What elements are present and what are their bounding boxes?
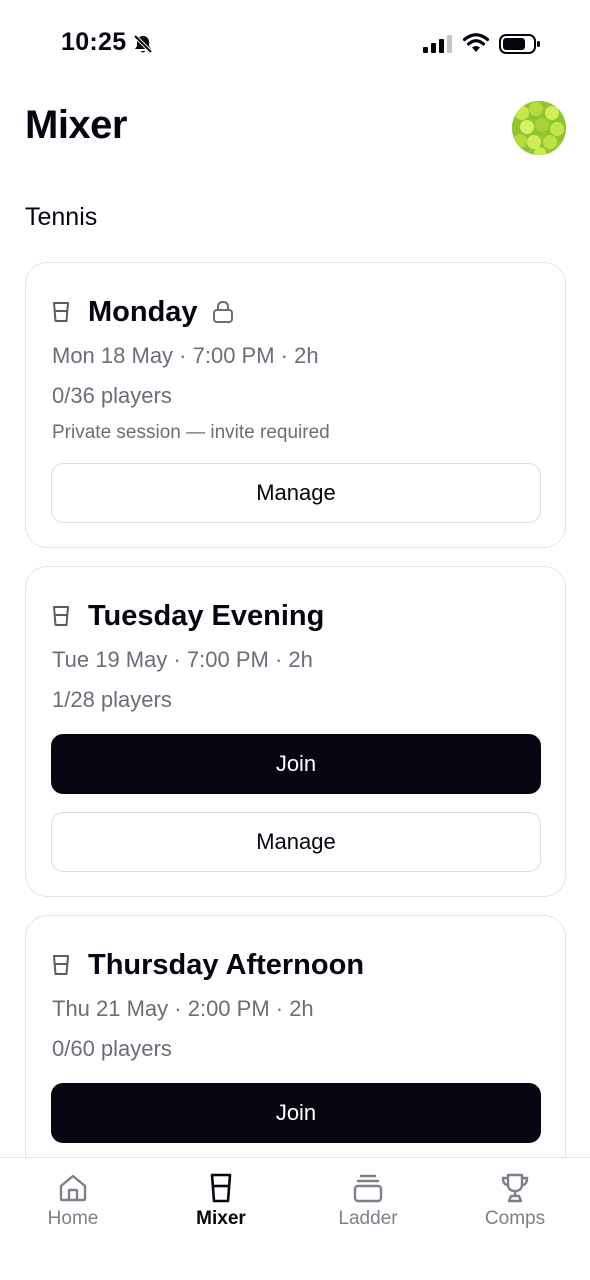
manage-button[interactable]: Manage xyxy=(51,463,541,523)
glass-icon xyxy=(53,606,69,626)
wifi-icon xyxy=(462,32,490,59)
status-time: 10:25 xyxy=(61,28,127,56)
glass-icon xyxy=(210,1173,232,1203)
session-datetime: Mon 18 May · 7:00 PM · 2h xyxy=(52,343,319,368)
glass-icon xyxy=(53,955,69,975)
section-title: Tennis xyxy=(25,203,98,231)
tab-label: Mixer xyxy=(196,1208,246,1229)
bottom-tab-bar: Home Mixer Ladder Comps xyxy=(0,1157,590,1280)
session-datetime: Tue 19 May · 7:00 PM · 2h xyxy=(52,647,313,672)
home-icon xyxy=(59,1174,87,1202)
session-title: Tuesday Evening xyxy=(88,599,325,632)
session-card-header: Tuesday Evening xyxy=(52,599,324,633)
session-title: Monday xyxy=(88,295,198,328)
tab-home[interactable]: Home xyxy=(13,1172,133,1242)
session-player-count: 0/36 players xyxy=(52,383,172,408)
session-card[interactable]: Monday Mon 18 May · 7:00 PM · 2h 0/36 pl… xyxy=(25,262,566,548)
avatar[interactable] xyxy=(512,101,566,155)
session-card-header: Monday xyxy=(52,295,234,329)
manage-button[interactable]: Manage xyxy=(51,812,541,872)
trophy-icon xyxy=(501,1173,529,1203)
tab-label: Ladder xyxy=(338,1208,398,1229)
tab-label: Home xyxy=(47,1208,99,1229)
tab-mixer[interactable]: Mixer xyxy=(161,1172,281,1242)
battery-icon xyxy=(499,33,541,60)
join-button[interactable]: Join xyxy=(51,1083,541,1143)
join-button[interactable]: Join xyxy=(51,734,541,794)
session-card-header: Thursday Afternoon xyxy=(52,948,364,982)
tab-ladder[interactable]: Ladder xyxy=(308,1172,428,1242)
tab-comps[interactable]: Comps xyxy=(455,1172,575,1242)
session-private-note: Private session — invite required xyxy=(52,422,330,443)
cellular-signal-icon xyxy=(423,34,453,59)
session-title: Thursday Afternoon xyxy=(88,948,365,981)
session-player-count: 0/60 players xyxy=(52,1036,172,1061)
bell-off-icon xyxy=(132,33,154,60)
session-player-count: 1/28 players xyxy=(52,687,172,712)
tab-label: Comps xyxy=(484,1208,546,1229)
glass-icon xyxy=(53,302,69,322)
status-bar: 10:25 xyxy=(0,0,590,88)
ladder-icon xyxy=(353,1174,383,1203)
page-title: Mixer xyxy=(25,103,128,147)
session-datetime: Thu 21 May · 2:00 PM · 2h xyxy=(52,996,314,1021)
lock-icon xyxy=(212,300,233,323)
session-card[interactable]: Tuesday Evening Tue 19 May · 7:00 PM · 2… xyxy=(25,566,566,897)
